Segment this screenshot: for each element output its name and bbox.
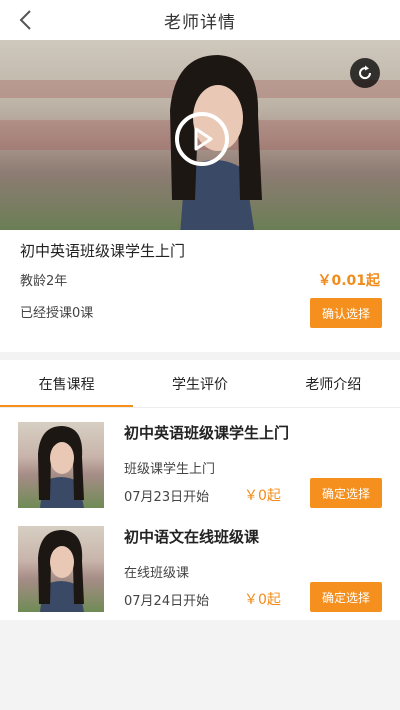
top-bar: 老师详情: [0, 0, 400, 40]
course-title: 初中英语班级课学生上门: [124, 424, 290, 442]
replay-button[interactable]: [350, 58, 380, 88]
course-price: ￥0起: [244, 592, 281, 608]
course-list: 初中英语班级课学生上门 班级课学生上门 07月23日开始 ￥0起 确定选择 初中…: [0, 408, 400, 620]
course-subtitle: 在线班级课: [124, 566, 190, 581]
course-item[interactable]: 初中英语班级课学生上门 班级课学生上门 07月23日开始 ￥0起 确定选择: [0, 408, 400, 512]
course-subtitle: 班级课学生上门: [124, 462, 216, 477]
course-title: 初中语文在线班级课: [124, 528, 260, 546]
play-button[interactable]: [175, 112, 229, 166]
course-item[interactable]: 初中语文在线班级课 在线班级课 07月24日开始 ￥0起 确定选择: [0, 512, 400, 616]
confirm-select-button[interactable]: 确认选择: [310, 298, 382, 328]
tab-on-sale-courses[interactable]: 在售课程: [0, 360, 134, 407]
course-price: ￥0起: [244, 488, 281, 504]
course-start-date: 07月23日开始: [124, 490, 210, 505]
course-price: ￥0.01起: [317, 273, 380, 289]
play-icon: [194, 127, 213, 151]
replay-icon: [359, 65, 372, 80]
page-title: 老师详情: [164, 12, 236, 33]
back-button[interactable]: [12, 6, 38, 34]
course-thumbnail: [18, 526, 104, 612]
confirm-course-button[interactable]: 确定选择: [310, 478, 382, 508]
tab-student-reviews[interactable]: 学生评价: [133, 360, 266, 407]
teacher-info: 初中英语班级课学生上门 教龄2年 ￥0.01起 已经授课0课 确认选择: [0, 230, 400, 352]
chevron-left-icon: [19, 10, 31, 30]
taught-count: 已经授课0课: [20, 306, 94, 321]
video-player[interactable]: [0, 40, 400, 230]
confirm-course-button[interactable]: 确定选择: [310, 582, 382, 612]
course-thumbnail: [18, 422, 104, 508]
course-start-date: 07月24日开始: [124, 594, 210, 609]
course-title: 初中英语班级课学生上门: [20, 242, 186, 260]
tab-bar: 在售课程 学生评价 老师介绍: [0, 360, 400, 408]
teaching-years: 教龄2年: [20, 274, 68, 289]
tab-teacher-intro[interactable]: 老师介绍: [267, 360, 400, 407]
